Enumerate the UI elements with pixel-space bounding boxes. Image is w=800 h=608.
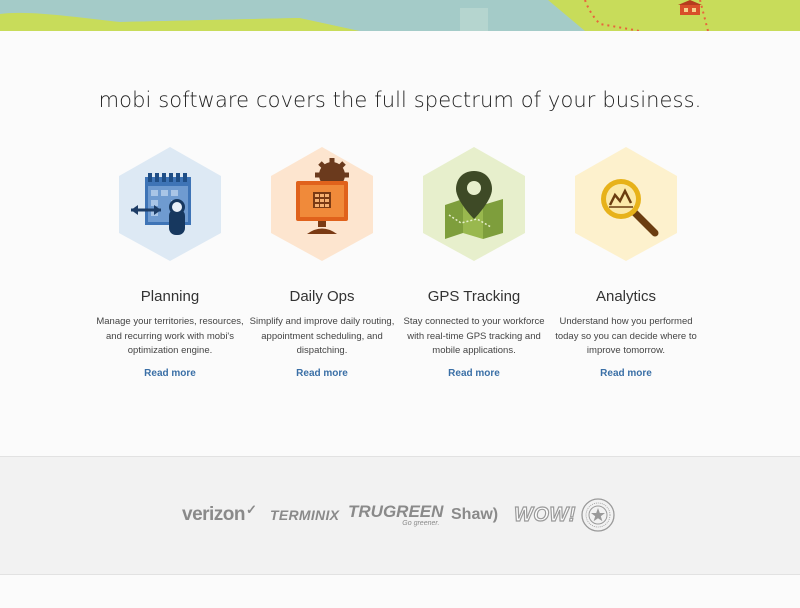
hero-map-strip — [0, 0, 800, 31]
state-seal-logo — [581, 497, 615, 533]
client-logos: verizon ✓ TERMINIX TRUGREEN Go greener. … — [0, 497, 800, 537]
client-logos-band: verizon ✓ TERMINIX TRUGREEN Go greener. … — [0, 456, 800, 575]
feature-title: Daily Ops — [289, 288, 355, 305]
feature-daily-ops: Daily Ops Simplify and improve daily rou… — [242, 145, 402, 381]
wow-wordmark: WOW! — [513, 503, 576, 526]
checkmark-icon: ✓ — [246, 502, 257, 517]
read-more-link-daily-ops[interactable]: Read more — [296, 368, 348, 379]
trugreen-wordmark: TRUGREEN — [348, 501, 444, 521]
wow-logo: WOW! — [513, 497, 576, 533]
verizon-logo: verizon ✓ — [182, 497, 257, 533]
map-pin-icon — [423, 147, 525, 261]
terminix-wordmark: TERMINIX — [270, 507, 340, 523]
feature-gps-tracking: GPS Tracking Stay connected to your work… — [394, 145, 554, 381]
calendar-planning-icon — [119, 147, 221, 261]
feature-title: GPS Tracking — [427, 288, 521, 305]
section-headline: mobi software covers the full spectrum o… — [98, 88, 702, 112]
feature-description: Understand how you performed today so yo… — [555, 316, 697, 356]
verizon-wordmark: verizon — [182, 504, 246, 525]
feature-planning: Planning Manage your territories, resour… — [90, 145, 250, 381]
shaw-logo: Shaw) — [451, 497, 498, 533]
trugreen-tagline: Go greener. — [402, 519, 440, 527]
seal-icon — [581, 498, 615, 532]
feature-description: Simplify and improve daily routing, appo… — [249, 316, 395, 356]
trugreen-logo: TRUGREEN Go greener. — [348, 497, 443, 533]
magnifier-chart-icon — [575, 147, 677, 261]
read-more-link-planning[interactable]: Read more — [144, 368, 196, 379]
monitor-gear-icon — [271, 147, 373, 261]
read-more-link-analytics[interactable]: Read more — [600, 368, 652, 379]
read-more-link-gps-tracking[interactable]: Read more — [448, 368, 500, 379]
feature-description: Manage your territories, resources, and … — [96, 316, 244, 356]
shaw-wordmark: Shaw) — [451, 506, 499, 523]
feature-description: Stay connected to your workforce with re… — [403, 316, 545, 356]
feature-title: Planning — [140, 288, 200, 305]
feature-analytics: Analytics Understand how you performed t… — [546, 145, 706, 381]
feature-title: Analytics — [595, 288, 657, 305]
terminix-logo: TERMINIX — [270, 497, 339, 533]
features-row: Planning Manage your territories, resour… — [0, 145, 800, 405]
